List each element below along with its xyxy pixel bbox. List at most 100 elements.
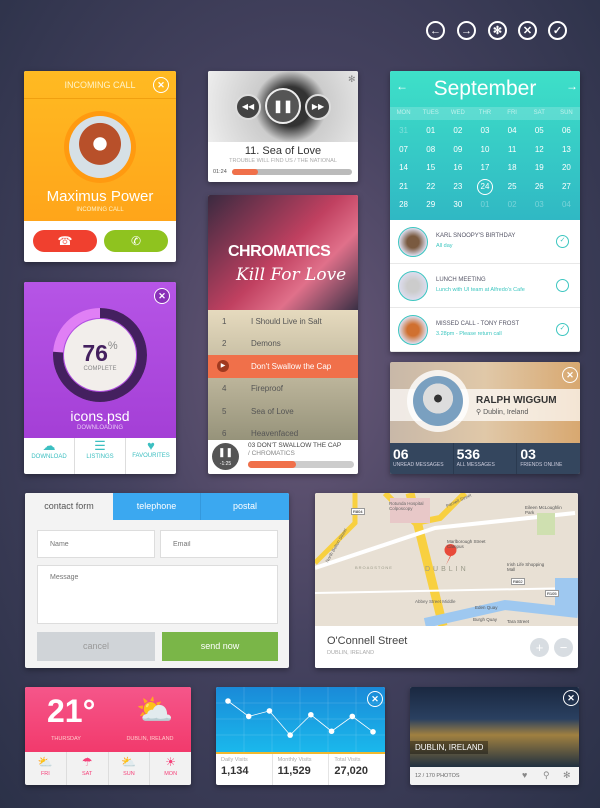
event-item[interactable]: MISSED CALL - TONY FROST 3.28pm - Please … (390, 308, 580, 352)
track-row[interactable]: 1 I Should Live in Salt (208, 310, 358, 333)
calendar-day[interactable]: 21 (390, 179, 417, 195)
remaining-time: -1:25 (219, 461, 232, 467)
calendar-day[interactable]: 06 (553, 123, 580, 139)
close-icon[interactable]: ✕ (563, 690, 579, 706)
calendar-day[interactable]: 19 (526, 160, 553, 176)
calendar-day[interactable]: 05 (526, 123, 553, 139)
accept-button[interactable]: ✆ (104, 230, 168, 252)
calendar-day[interactable]: 10 (471, 142, 498, 158)
calendar-day[interactable]: 12 (526, 142, 553, 158)
track-row[interactable]: ▶ Don't Swallow the Cap (208, 355, 358, 378)
calendar-day[interactable]: 01 (417, 123, 444, 139)
gear-icon[interactable]: ✻ (563, 770, 571, 781)
calendar-day[interactable]: 25 (499, 179, 526, 195)
track-row[interactable]: 4 Fireproof (208, 378, 358, 401)
forecast-day[interactable]: ⛅ FRI (25, 752, 67, 785)
search-icon[interactable]: ⚲ (543, 770, 550, 781)
calendar-day[interactable]: 18 (499, 160, 526, 176)
pause-button[interactable]: ❚❚ (265, 88, 301, 124)
next-month-button[interactable]: → (566, 79, 578, 93)
forward-icon[interactable]: → (457, 21, 476, 40)
calendar-day[interactable]: 13 (553, 142, 580, 158)
check-icon[interactable]: ✓ (548, 21, 567, 40)
gear-icon[interactable]: ✻ (488, 21, 507, 40)
photo-count: 12 / 170 PHOTOS (415, 773, 460, 779)
close-icon[interactable]: ✕ (367, 691, 383, 707)
data-point (266, 708, 273, 714)
weekday-label: SAT (533, 110, 545, 116)
calendar-day[interactable]: 09 (444, 142, 471, 158)
event-title: KARL SNOOPY'S BIRTHDAY (436, 233, 516, 239)
calendar-day[interactable]: 04 (499, 123, 526, 139)
cloud-download-icon: ☁ (42, 438, 56, 453)
calendar-day[interactable]: 28 (390, 197, 417, 213)
check-icon[interactable]: ✓ (556, 235, 569, 248)
email-field[interactable] (160, 530, 278, 558)
album-progress-bar[interactable] (248, 461, 354, 468)
calendar-day[interactable]: 01 (471, 197, 498, 213)
calendar-day[interactable]: 17 (471, 160, 498, 176)
tab-favourites[interactable]: ♥ FAVOURITES (126, 438, 176, 474)
track-row[interactable]: 5 Sea of Love (208, 400, 358, 423)
tab-postal[interactable]: postal (201, 493, 289, 520)
calendar-day[interactable]: 20 (553, 160, 580, 176)
zoom-out-button[interactable]: − (554, 638, 573, 657)
close-icon[interactable]: ✕ (562, 367, 578, 383)
send-button[interactable]: send now (162, 632, 278, 661)
stat-all[interactable]: 536 ALL MESSAGES (454, 443, 518, 474)
cancel-button[interactable]: cancel (37, 632, 155, 661)
tab-telephone[interactable]: telephone (113, 493, 201, 520)
calendar-day[interactable]: 08 (417, 142, 444, 158)
map-label: BROADSTONE (355, 565, 393, 570)
close-icon[interactable]: ✕ (154, 288, 170, 304)
tab-listings[interactable]: ☰ LISTINGS (75, 438, 126, 474)
caller-name: Maximus Power (46, 188, 154, 205)
stat-unread[interactable]: 06 UNREAD MESSAGES (390, 443, 454, 474)
event-item[interactable]: LUNCH MEETING Lunch with UI team at Alfre… (390, 264, 580, 308)
stat-friends[interactable]: 03 FRIENDS ONLINE (517, 443, 580, 474)
calendar-day[interactable]: 26 (526, 179, 553, 195)
decline-button[interactable]: ☎ (33, 230, 97, 252)
pause-button[interactable]: ❚❚ -1:25 (212, 443, 239, 470)
tab-contact-form[interactable]: contact form (25, 493, 113, 520)
calendar-day[interactable]: 03 (526, 197, 553, 213)
forward-button[interactable]: ▶▶ (305, 94, 331, 120)
photo-image[interactable] (410, 687, 579, 767)
calendar-day[interactable]: 24 (471, 178, 498, 195)
calendar-day[interactable]: 02 (444, 123, 471, 139)
tab-download[interactable]: ☁ DOWNLOAD (24, 438, 75, 474)
calendar-day[interactable]: 27 (553, 179, 580, 195)
close-icon[interactable]: ✕ (518, 21, 537, 40)
calendar-day[interactable]: 02 (499, 197, 526, 213)
forecast-day[interactable]: ☂ SAT (67, 752, 109, 785)
track-row[interactable]: 2 Demons (208, 333, 358, 356)
progress-bar[interactable] (232, 169, 352, 175)
calendar-day[interactable]: 07 (390, 142, 417, 158)
forecast-day[interactable]: ⛅ SUN (109, 752, 151, 785)
calendar-day[interactable]: 03 (471, 123, 498, 139)
gear-icon[interactable]: ✻ (348, 74, 356, 85)
heart-icon[interactable]: ♥ (522, 770, 527, 780)
calendar-day[interactable]: 29 (417, 197, 444, 213)
forecast-day[interactable]: ☀ MON (150, 752, 191, 785)
calendar-day[interactable]: 11 (499, 142, 526, 158)
calendar-day[interactable]: 14 (390, 160, 417, 176)
calendar-day[interactable]: 22 (417, 179, 444, 195)
calendar-day[interactable]: 30 (444, 197, 471, 213)
event-item[interactable]: KARL SNOOPY'S BIRTHDAY All day ✓ (390, 220, 580, 264)
calendar-day[interactable]: 31 (390, 123, 417, 139)
calendar-day[interactable]: 23 (444, 179, 471, 195)
photo-card: ✕ DUBLIN, IRELAND 12 / 170 PHOTOS ♥ ⚲ ✻ (410, 687, 579, 785)
unchecked-icon[interactable] (556, 279, 569, 292)
check-icon[interactable]: ✓ (556, 323, 569, 336)
message-field[interactable] (37, 565, 278, 624)
calendar-day[interactable]: 16 (444, 160, 471, 176)
rewind-button[interactable]: ◀◀ (235, 94, 261, 120)
calendar-day[interactable]: 04 (553, 197, 580, 213)
filename: icons.psd (70, 408, 130, 424)
calendar-day[interactable]: 15 (417, 160, 444, 176)
back-icon[interactable]: ← (426, 21, 445, 40)
close-icon[interactable]: ✕ (153, 77, 169, 93)
name-field[interactable] (37, 530, 155, 558)
zoom-in-button[interactable]: + (530, 638, 549, 657)
